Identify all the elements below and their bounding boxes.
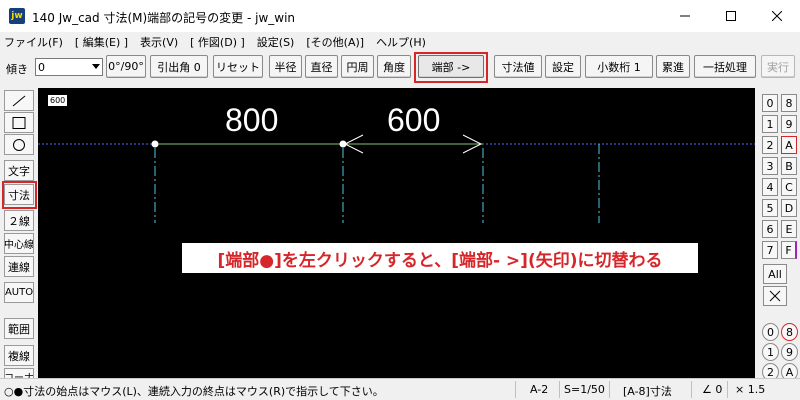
rectangle-icon: [12, 116, 26, 129]
layer-button-b[interactable]: B: [781, 157, 797, 175]
diameter-button[interactable]: 直径: [305, 55, 338, 78]
highlight-frame-dimension: [2, 181, 37, 209]
dimension-value: 600: [387, 102, 441, 138]
layer-group-button-8-active[interactable]: 8: [781, 323, 798, 341]
app-icon: jw: [9, 8, 25, 24]
batch-process-button[interactable]: 一括処理: [694, 55, 756, 78]
copy-line-tool-button[interactable]: 複線: [4, 345, 34, 366]
all-layers-button[interactable]: All: [763, 264, 787, 284]
status-separator: [559, 381, 560, 398]
status-separator: [727, 381, 728, 398]
dimension-value: 800: [225, 102, 279, 138]
status-message: ○●寸法の始点はマウス(L)、連続入力の終点はマウス(R)で指示して下さい。: [4, 385, 384, 398]
circumference-button[interactable]: 円周: [341, 55, 374, 78]
angle-indicator[interactable]: ∠ 0: [702, 383, 722, 396]
maximize-button[interactable]: [708, 0, 754, 32]
annotation-callout: [端部●]を左クリックすると、[端部- >](矢印)に切替わる: [182, 243, 698, 273]
menu-view[interactable]: 表示(V): [140, 34, 178, 50]
layer-button-9[interactable]: 9: [781, 115, 797, 133]
line-icon: [12, 95, 26, 106]
tilt-label: 傾き: [6, 63, 28, 76]
window-title: 140 Jw_cad 寸法(M)端部の記号の変更 - jw_win: [32, 11, 296, 25]
layer-button-c[interactable]: C: [781, 178, 797, 196]
layer-button-4[interactable]: 4: [762, 178, 778, 196]
text-tool-button[interactable]: 文字: [4, 160, 34, 181]
layer-button-0[interactable]: 0: [762, 94, 778, 112]
menu-draw[interactable]: [ 作図(D) ]: [190, 34, 245, 50]
drawing-canvas[interactable]: 600 800 600: [38, 88, 755, 378]
circle-icon: [13, 138, 25, 151]
endpoint-dot: [151, 140, 159, 148]
menu-help[interactable]: ヘルプ(H): [376, 34, 426, 50]
layer-button-6[interactable]: 6: [762, 220, 778, 238]
center-line-tool-button[interactable]: 中心線: [4, 233, 34, 254]
menu-edit[interactable]: [ 編集(E) ]: [75, 34, 128, 50]
layer-button-1[interactable]: 1: [762, 115, 778, 133]
layer-scale-badge: 600: [48, 95, 68, 106]
settings-button[interactable]: 設定: [545, 55, 581, 78]
status-separator: [691, 381, 692, 398]
tilt-select[interactable]: 0: [35, 58, 103, 76]
scale-indicator[interactable]: S=1/50: [564, 383, 605, 396]
rectangle-tool-button[interactable]: [4, 112, 34, 133]
left-tool-panel: 文字 寸法 ２線 中心線 連線 AUTO 範囲 複線 コーナ: [0, 88, 38, 380]
layer-button-3[interactable]: 3: [762, 157, 778, 175]
layer-panel: 0 1 2 3 4 5 6 7 8 9 A B C D E F All 0 1 …: [755, 88, 800, 381]
range-tool-button[interactable]: 範囲: [4, 318, 34, 339]
menu-settings[interactable]: 設定(S): [257, 34, 295, 50]
status-separator: [609, 381, 610, 398]
continuous-line-tool-button[interactable]: 連線: [4, 256, 34, 277]
layer-button-f[interactable]: F: [781, 241, 797, 259]
cumulative-button[interactable]: 累進: [656, 55, 690, 78]
layer-button-7[interactable]: 7: [762, 241, 778, 259]
angle-0-90-button[interactable]: 0°/90°: [106, 55, 146, 78]
current-layer[interactable]: [A-8]寸法: [623, 383, 672, 399]
status-separator: [515, 381, 516, 398]
layer-button-e[interactable]: E: [781, 220, 797, 238]
layer-group-button-9[interactable]: 9: [781, 343, 798, 361]
radius-button[interactable]: 半径: [269, 55, 302, 78]
close-icon: [769, 290, 781, 302]
layer-group-button-1[interactable]: 1: [762, 343, 779, 361]
chevron-down-icon: [92, 64, 100, 69]
reset-button[interactable]: リセット: [213, 55, 263, 78]
menu-other[interactable]: [その他(A)]: [306, 34, 364, 50]
double-line-tool-button[interactable]: ２線: [4, 210, 34, 231]
execute-button[interactable]: 実行: [761, 55, 795, 78]
decimal-places-button[interactable]: 小数桁 1: [585, 55, 653, 78]
tilt-value: 0: [38, 60, 45, 74]
layer-button-5[interactable]: 5: [762, 199, 778, 217]
highlight-frame-endpoint: [414, 52, 488, 83]
circle-tool-button[interactable]: [4, 134, 34, 155]
leader-angle-button[interactable]: 引出角 0: [150, 55, 208, 78]
close-icon: [772, 11, 782, 21]
layer-close-button[interactable]: [763, 286, 787, 306]
status-bar: ○●寸法の始点はマウス(L)、連続入力の終点はマウス(R)で指示して下さい。 A…: [0, 378, 800, 400]
minimize-button[interactable]: [662, 0, 708, 32]
close-button[interactable]: [754, 0, 800, 32]
paper-size[interactable]: A-2: [530, 383, 548, 396]
dimension-value-button[interactable]: 寸法値: [494, 55, 542, 78]
layer-button-2[interactable]: 2: [762, 136, 778, 154]
angle-dimension-button[interactable]: 角度: [377, 55, 411, 78]
layer-button-d[interactable]: D: [781, 199, 797, 217]
layer-button-8[interactable]: 8: [781, 94, 797, 112]
layer-button-a-active[interactable]: A: [781, 136, 797, 154]
layer-group-button-0[interactable]: 0: [762, 323, 779, 341]
menu-file[interactable]: ファイル(F): [4, 34, 63, 50]
maximize-icon: [726, 11, 736, 21]
title-bar: jw 140 Jw_cad 寸法(M)端部の記号の変更 - jw_win: [0, 0, 800, 32]
auto-tool-button[interactable]: AUTO: [4, 282, 34, 303]
line-tool-button[interactable]: [4, 90, 34, 111]
zoom-indicator[interactable]: × 1.5: [735, 383, 765, 396]
minimize-icon: [680, 15, 690, 17]
menu-bar: ファイル(F) [ 編集(E) ] 表示(V) [ 作図(D) ] 設定(S) …: [0, 32, 800, 52]
